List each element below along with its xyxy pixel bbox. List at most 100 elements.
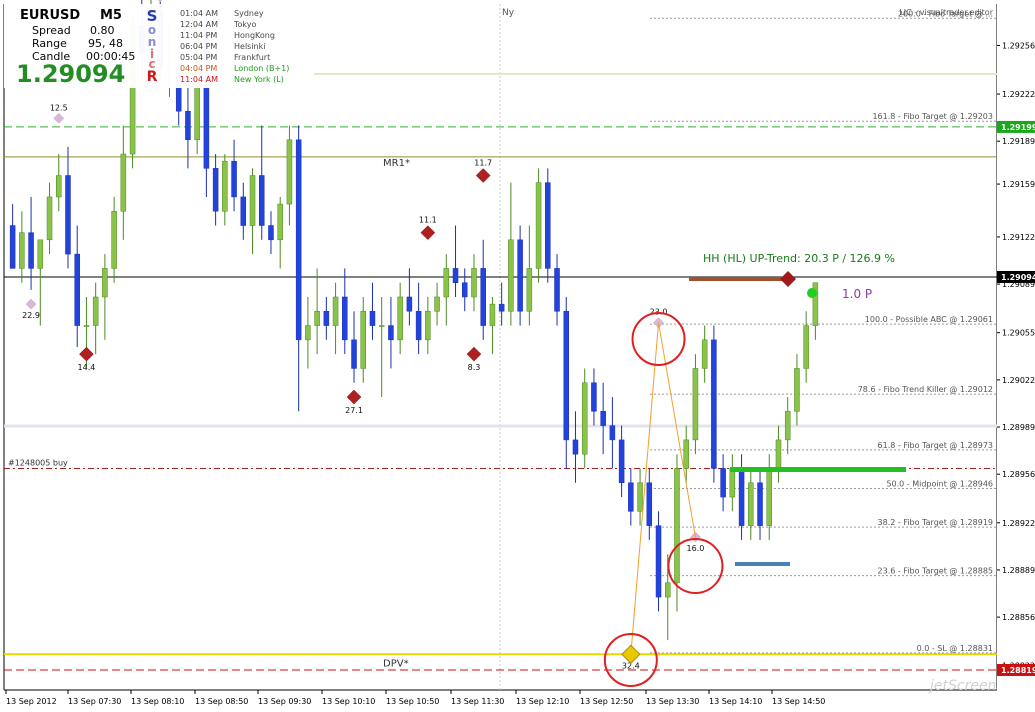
range-label: Range: [32, 37, 67, 50]
candle-body: [766, 468, 772, 526]
spread-value: 0.80: [90, 24, 115, 37]
price-axis-bg: [997, 0, 1035, 712]
session-time: 11:04 AM: [180, 75, 218, 84]
candle-body: [443, 268, 450, 298]
time-tick-label: 13 Sep 08:10: [131, 697, 184, 706]
candle-body: [794, 368, 800, 412]
session-city: Helsinki: [234, 42, 266, 51]
pip-label: 1.0 P: [842, 287, 872, 301]
candle-body: [517, 239, 523, 312]
candle-body: [655, 525, 662, 598]
swing-label: 16.0: [687, 544, 705, 553]
time-tick-label: 13 Sep 09:30: [258, 697, 311, 706]
time-tick-label: 13 Sep 12:50: [580, 697, 633, 706]
price-tick-label: 1.28956: [1002, 470, 1035, 479]
time-tick-label: 13 Sep 07:30: [68, 697, 121, 706]
candle-body: [600, 411, 606, 426]
candle-body: [665, 582, 671, 598]
candle-body: [784, 411, 791, 441]
candle-body: [397, 296, 403, 341]
session-city: London (B+1): [234, 64, 290, 73]
range-value: 95, 48: [88, 37, 123, 50]
info-panel: EURUSD M5 Spread 0.80 Range 95, 48 Candl…: [4, 4, 314, 88]
swing-label: 22.9: [22, 311, 40, 320]
time-tick-label: 13 Sep 13:30: [646, 697, 699, 706]
price-tick-label: 1.29055: [1002, 329, 1035, 338]
candle-body: [46, 196, 53, 241]
candle-body: [19, 232, 25, 269]
candle-body: [259, 175, 265, 226]
price-tick-label: 1.29159: [1002, 180, 1035, 189]
candle-body: [425, 311, 431, 341]
candle-body: [692, 368, 699, 441]
candle-body: [305, 325, 311, 341]
candle-body: [323, 311, 330, 326]
fibo-level-label: 50.0 - Midpoint @ 1.28946: [886, 479, 993, 488]
candle-body: [295, 139, 302, 341]
candle-body: [388, 325, 394, 341]
candle-body: [462, 282, 468, 298]
candle-body: [757, 482, 763, 526]
price-tag-label: 1.28819: [1001, 666, 1035, 675]
time-tick-label: 13 Sep 14:50: [772, 697, 825, 706]
price-tick-label: 1.28856: [1002, 613, 1035, 622]
candle-body: [351, 339, 357, 369]
timeframe-label: M5: [100, 8, 122, 23]
fibo-level-label: 78.6 - Fibo Trend Killer @ 1.29012: [858, 385, 993, 394]
swing-label: 11.1: [419, 216, 437, 225]
time-tick-label: 13 Sep 12:10: [516, 697, 569, 706]
candle-body: [720, 468, 726, 498]
candle-body: [277, 203, 283, 241]
candle-body: [369, 311, 376, 326]
candle-body: [65, 175, 71, 255]
time-tick-label: 13 Sep 10:10: [322, 697, 375, 706]
candle-body: [240, 196, 247, 226]
candle-body: [111, 210, 117, 269]
candle-body: [563, 311, 569, 441]
candle-body: [185, 110, 191, 141]
candle-body: [74, 253, 80, 326]
symbol-label: EURUSD: [20, 8, 81, 23]
candle-body: [231, 160, 237, 198]
price-tick-label: 1.29122: [1002, 233, 1035, 242]
price-axis: 1.29256 1.29222 1.29189 1.29159 1.29122 1.290…: [997, 0, 1035, 712]
swing-label: 12.5: [50, 103, 68, 112]
candle-body: [9, 225, 16, 269]
candle-body: [406, 296, 413, 312]
price-chart[interactable]: MR1*DPV*#1248005 buy 200.0 - Fibo Target…: [0, 0, 1035, 712]
candle-body: [83, 325, 90, 327]
session-city: Sydney: [234, 9, 264, 18]
price-tick-label: 1.29022: [1002, 376, 1035, 385]
candle-body: [508, 239, 514, 312]
mr1-label: MR1*: [383, 158, 410, 169]
candle-body: [332, 296, 339, 326]
candle-body: [674, 468, 680, 584]
candle-body: [120, 153, 127, 212]
price-tick-label: 1.28889: [1002, 566, 1035, 575]
dpv-label: DPV*: [383, 658, 409, 669]
candle-body: [212, 168, 219, 212]
candle-body: [618, 439, 625, 484]
candle-body: [554, 268, 560, 312]
trend-annotation: HH (HL) UP-Trend: 20.3 P / 126.9 %: [703, 252, 895, 265]
candle-body: [286, 139, 293, 205]
session-time: 04:04 PM: [180, 64, 218, 73]
session-time: 12:04 AM: [180, 20, 218, 29]
candle-body: [489, 303, 496, 326]
candle-body: [775, 439, 782, 469]
fibo-level-label: 23.6 - Fibo Target @ 1.28885: [878, 567, 993, 576]
time-tick-label: 13 Sep 14:10: [709, 697, 762, 706]
swing-label: 14.4: [78, 363, 96, 372]
candle-body: [415, 311, 422, 341]
sonic-letter: R: [146, 69, 158, 85]
pip-dot: [807, 288, 817, 298]
candle-body: [803, 325, 809, 369]
candle-body: [28, 232, 34, 269]
session-city: New York (L): [234, 75, 284, 84]
session-city: Frankfurt: [234, 53, 271, 62]
time-tick-label: 13 Sep 10:50: [386, 697, 439, 706]
candle-body: [711, 339, 717, 469]
candle-body: [268, 225, 274, 241]
candle-body: [609, 425, 616, 441]
session-city: HongKong: [234, 31, 275, 40]
